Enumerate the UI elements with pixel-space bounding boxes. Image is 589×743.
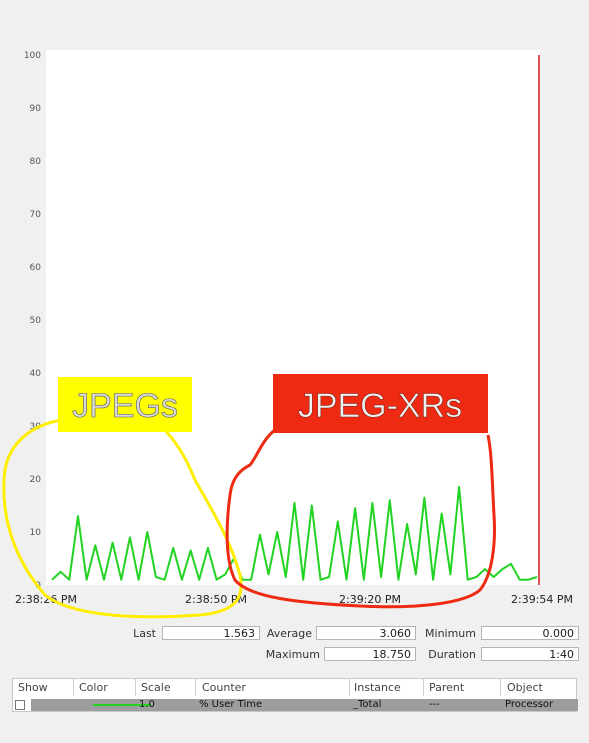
x-tick-label: 2:39:54 PM — [511, 593, 573, 606]
y-tick-label: 100 — [24, 51, 41, 61]
instance-cell: _Total — [353, 699, 382, 710]
last-label: Last — [133, 627, 156, 640]
jpeg-xrs-callout-text: JPEG-XRs — [298, 387, 462, 425]
average-label: Average — [266, 627, 312, 640]
plot-area — [46, 50, 540, 585]
average-value: 3.060 — [316, 626, 416, 640]
object-cell: Processor — [505, 699, 554, 710]
y-tick-label: 60 — [30, 263, 42, 273]
jpegs-callout: JPEGs — [58, 377, 192, 432]
y-tick-label: 50 — [30, 316, 42, 326]
column-header-show[interactable]: Show — [18, 681, 48, 694]
y-axis: 1009080706050403020100 — [24, 51, 41, 591]
minimum-label: Minimum — [425, 627, 476, 640]
y-tick-label: 40 — [30, 369, 42, 379]
counter-cell: % User Time — [199, 699, 263, 710]
parent-cell: --- — [429, 699, 440, 710]
y-tick-label: 90 — [30, 104, 42, 114]
scale-cell: 1.0 — [139, 699, 155, 710]
column-header-scale[interactable]: Scale — [141, 681, 171, 694]
show-checkbox[interactable] — [15, 700, 25, 710]
column-header-object[interactable]: Object — [507, 681, 543, 694]
performance-chart: 1009080706050403020100 2:38:26 PM 2:38:50… — [2, 50, 573, 619]
y-tick-label: 80 — [30, 157, 42, 167]
minimum-value: 0.000 — [481, 626, 579, 640]
y-tick-label: 10 — [30, 528, 42, 538]
column-header-color[interactable]: Color — [79, 681, 108, 694]
column-header-parent[interactable]: Parent — [429, 681, 464, 694]
column-header-counter[interactable]: Counter — [202, 681, 246, 694]
maximum-value: 18.750 — [324, 647, 416, 661]
duration-value: 1:40 — [481, 647, 579, 661]
counter-legend-table: Show Color Scale Counter Instance Parent… — [12, 678, 578, 712]
jpegs-callout-text: JPEGs — [72, 387, 178, 425]
jpeg-xrs-callout: JPEG-XRs — [273, 374, 488, 433]
maximum-label: Maximum — [265, 648, 320, 661]
y-tick-label: 70 — [30, 210, 42, 220]
column-header-instance[interactable]: Instance — [354, 681, 401, 694]
y-tick-label: 20 — [30, 475, 42, 485]
duration-label: Duration — [428, 648, 476, 661]
counter-row[interactable]: 1.0 % User Time _Total --- Processor — [31, 699, 578, 711]
last-value: 1.563 — [162, 626, 260, 640]
